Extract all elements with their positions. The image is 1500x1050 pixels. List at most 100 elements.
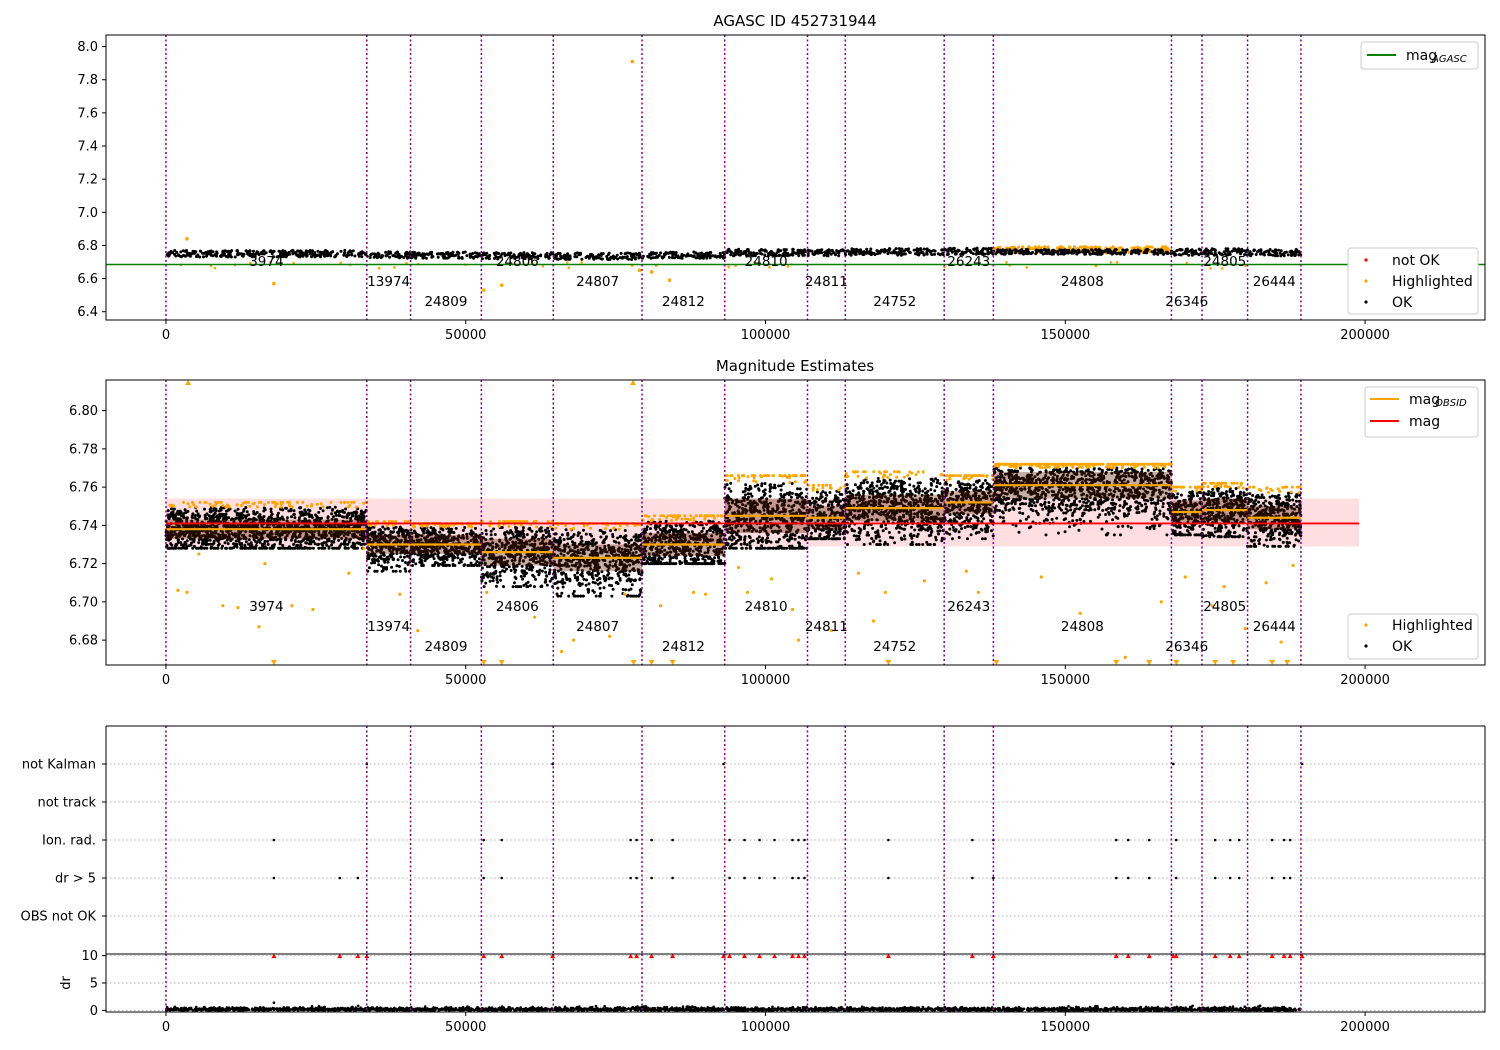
highlighted-point	[1109, 260, 1113, 264]
obsid-label: 13974	[367, 274, 410, 290]
y-tick-label: 6.6	[77, 272, 98, 287]
x-tick-label: 150000	[1040, 1020, 1090, 1035]
flag-point	[887, 838, 890, 842]
highlighted-outlier-point	[1243, 627, 1247, 631]
highlighted-outlier-point	[485, 590, 489, 594]
highlighted-point	[580, 261, 583, 264]
obsid-label: 24809	[424, 639, 467, 655]
highlighted-outlier-point	[311, 607, 315, 612]
highlighted-outlier-point	[649, 270, 654, 274]
legend-highlighted-label: Highlighted	[1392, 618, 1473, 634]
x-tick-label: 100000	[741, 328, 791, 343]
y-tick-label: 6.74	[69, 519, 98, 534]
legend-highlighted-label: Highlighted	[1392, 274, 1473, 290]
flag-category-label: not track	[37, 796, 96, 811]
obsid-label: 24752	[873, 294, 916, 310]
flag-category-label: not Kalman	[22, 758, 96, 773]
highlighted-outlier-point	[703, 592, 708, 596]
ok-points	[553, 251, 643, 261]
flag-point	[803, 876, 806, 880]
highlighted-outlier-point	[790, 607, 795, 612]
flag-point	[1270, 876, 1274, 880]
y-tick-label: 7.8	[77, 73, 98, 88]
highlighted-point	[213, 266, 217, 270]
obsid-label: 3974	[249, 599, 283, 615]
x-tick-label: 0	[162, 328, 170, 343]
y-tick-label: 6.80	[69, 404, 98, 419]
highlighted-outlier-point	[416, 628, 420, 633]
flag-point	[500, 838, 504, 842]
flag-category-label: OBS not OK	[21, 910, 97, 925]
obsid-label: 26346	[1165, 294, 1208, 310]
flag-point	[797, 838, 800, 842]
flag-point	[500, 876, 504, 880]
highlighted-outlier-point	[769, 577, 774, 581]
figure: AGASC ID 452731944 Magnitude Estimates 3…	[0, 0, 1500, 1050]
flag-point	[1174, 838, 1178, 842]
flag-point	[1114, 838, 1118, 842]
highlighted-outlier-point	[197, 552, 201, 556]
flag-point	[971, 838, 974, 842]
highlighted-point	[393, 266, 396, 269]
flag-point	[728, 838, 731, 842]
highlighted-outlier-point	[1264, 581, 1268, 585]
y-tick-label: 7.6	[77, 106, 98, 121]
flag-point	[635, 876, 638, 880]
flag-point	[743, 838, 746, 842]
flag-point	[629, 838, 632, 842]
flag-category-label: Ion. rad.	[42, 834, 96, 849]
highlighted-outlier-point	[257, 625, 261, 629]
legend-mag-label: mag	[1409, 414, 1440, 430]
panel1-title: AGASC ID 452731944	[713, 12, 876, 30]
flag-point	[1126, 838, 1130, 842]
dr-outlier-point	[272, 1001, 276, 1004]
y-tick-label: 6.78	[69, 442, 98, 457]
flag-point	[1213, 876, 1217, 880]
flag-point	[338, 876, 342, 880]
x-tick-label: 0	[162, 1020, 170, 1035]
flag-point	[773, 838, 776, 842]
highlighted-outlier-point	[883, 590, 888, 594]
panel2-title: Magnitude Estimates	[716, 357, 874, 375]
flag-point	[1147, 838, 1151, 842]
highlighted-outlier-point	[1279, 640, 1283, 644]
highlighted-outlier-point	[745, 590, 750, 594]
obsid-label: 24812	[662, 639, 705, 655]
x-tick-label: 50000	[445, 328, 486, 343]
highlighted-outlier-point	[796, 638, 801, 642]
highlighted-outlier-point	[976, 590, 980, 594]
highlighted-outlier-point	[623, 592, 627, 596]
highlighted-outlier-point	[871, 619, 876, 623]
highlighted-outlier-point	[667, 278, 672, 283]
obsid-label: 24806	[496, 254, 539, 270]
highlighted-point	[1005, 261, 1008, 264]
y-tick-label: 8.0	[77, 40, 98, 55]
y-tick-label: 6.8	[77, 239, 98, 254]
highlighted-outlier-point	[630, 59, 635, 64]
flag-point	[1288, 838, 1292, 842]
highlighted-outlier-point	[290, 604, 294, 608]
highlighted-outlier-point	[1123, 655, 1127, 659]
obsid-label: 24809	[424, 294, 467, 310]
flag-point	[1228, 838, 1232, 842]
highlighted-outlier-point	[272, 281, 276, 286]
flag-point	[803, 838, 806, 842]
x-tick-label: 0	[162, 673, 170, 688]
x-tick-label: 200000	[1340, 1020, 1390, 1035]
highlighted-outlier-point	[1039, 575, 1043, 579]
flag-point	[1228, 876, 1232, 880]
highlighted-outlier-point	[1159, 600, 1163, 604]
legend-mag-obsid-sub: OBSID	[1435, 398, 1467, 409]
highlighted-outlier-point	[1291, 563, 1295, 568]
highlighted-outlier-point	[572, 638, 576, 642]
flag-point	[650, 876, 653, 880]
y-tick-label: 7.4	[77, 140, 98, 155]
ok-points	[843, 247, 945, 257]
legend-not-ok-label: not OK	[1392, 253, 1440, 269]
flag-point	[758, 838, 761, 842]
y-tick-label: 6.76	[69, 481, 98, 496]
legend-highlighted-marker	[1364, 279, 1368, 283]
obsid-label: 24806	[496, 599, 539, 615]
x-tick-label: 50000	[445, 673, 486, 688]
flag-point	[272, 838, 276, 842]
